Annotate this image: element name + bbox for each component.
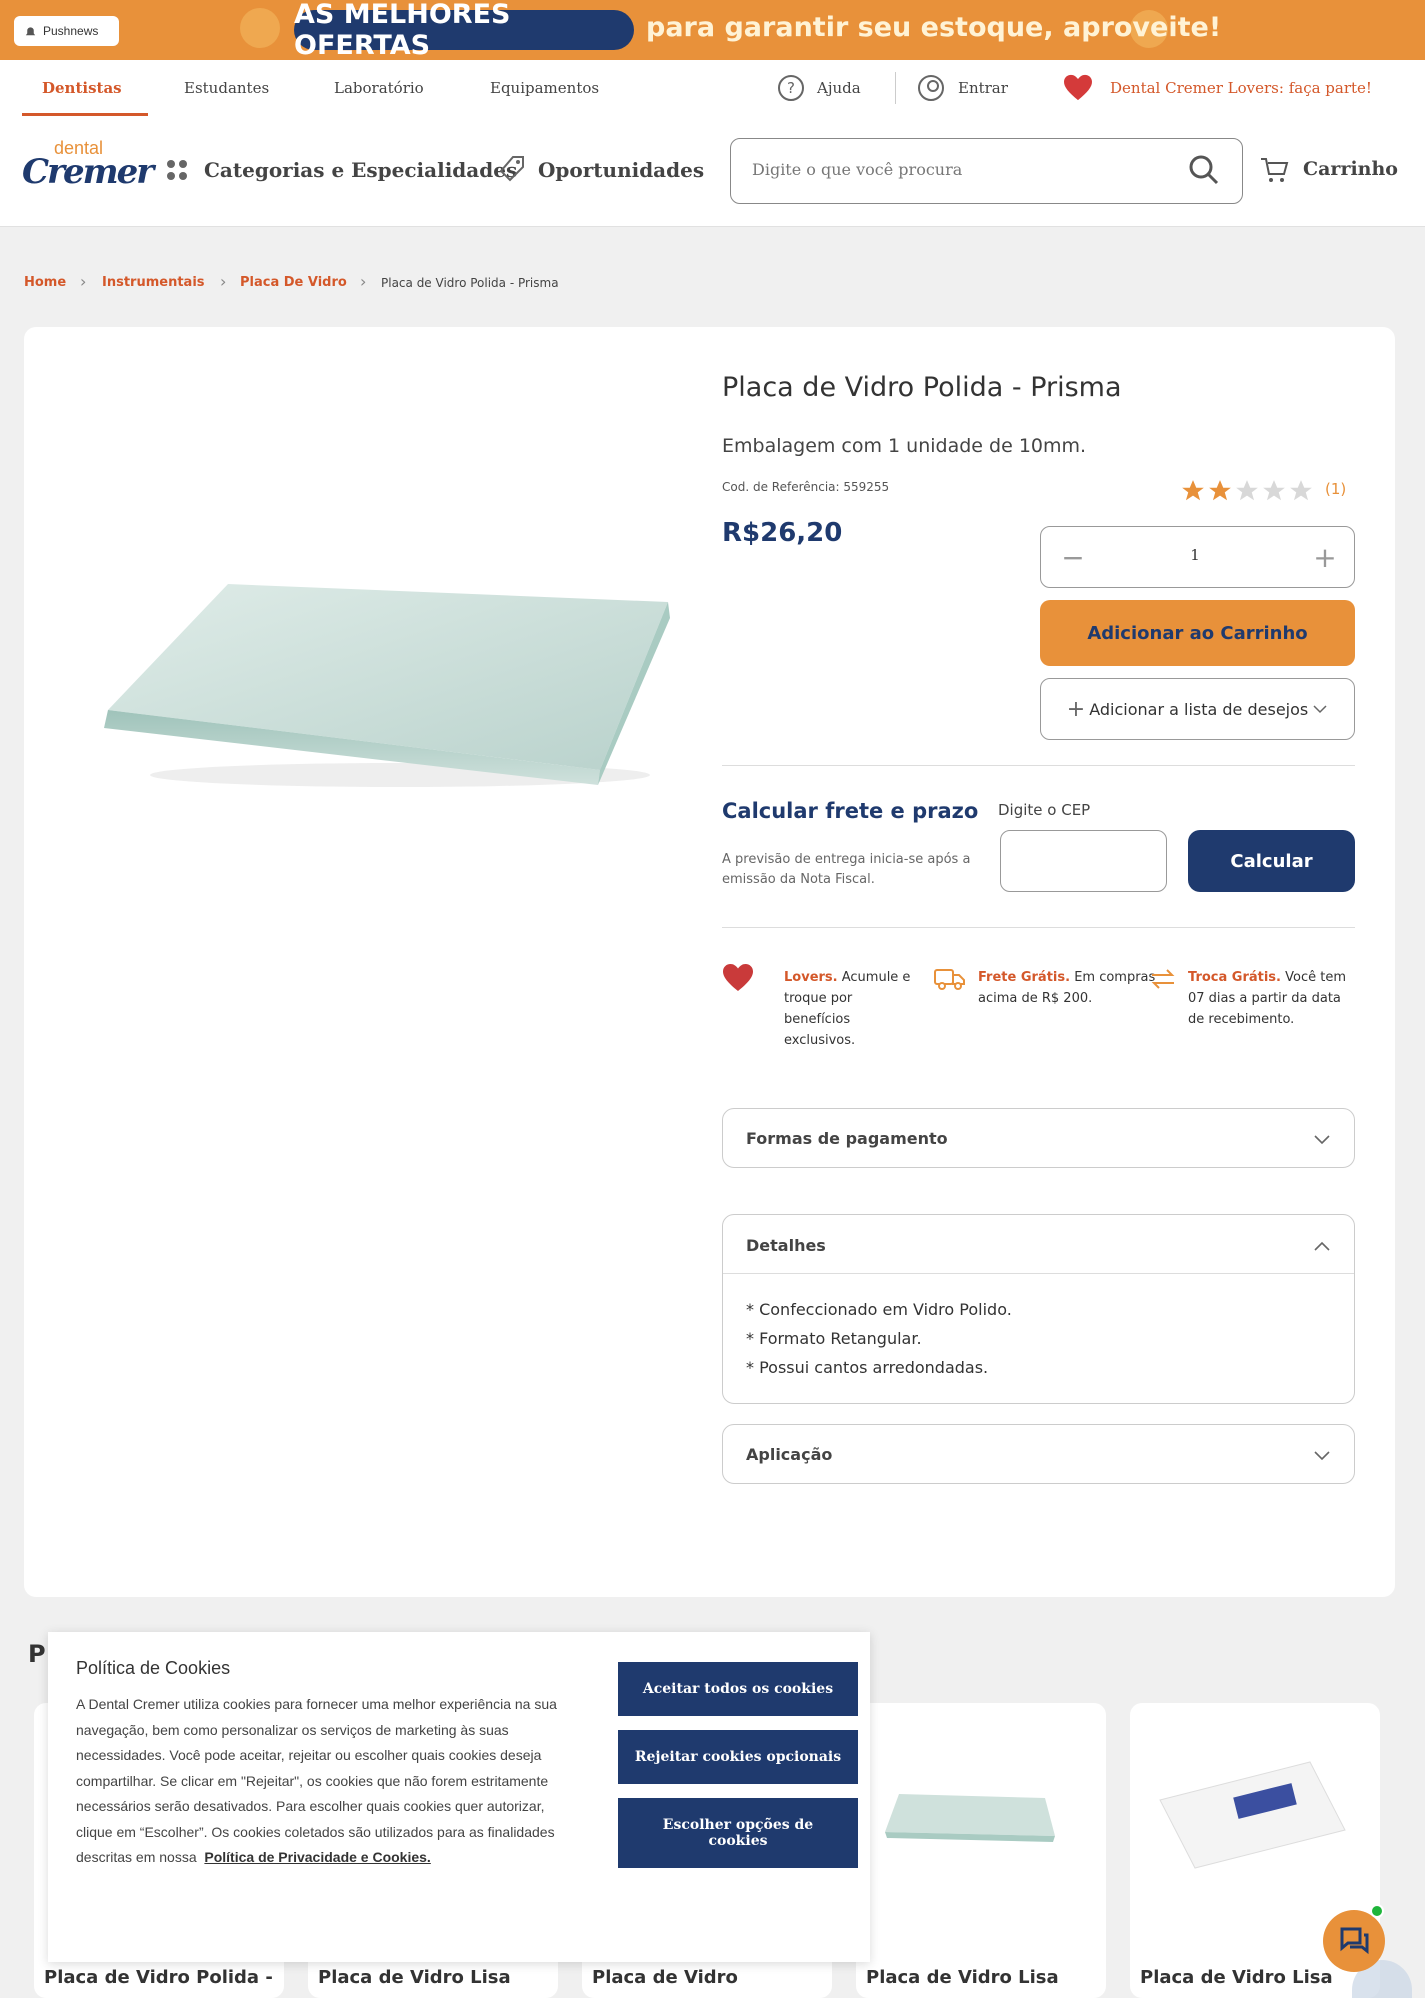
add-to-cart-button[interactable]: Adicionar ao Carrinho <box>1040 600 1355 666</box>
active-tab-indicator <box>22 113 148 116</box>
plus-icon[interactable]: + <box>1310 540 1340 574</box>
quantity-value[interactable]: 1 <box>1180 546 1210 564</box>
confetti-decoration <box>240 8 280 48</box>
related-name[interactable]: Placa de Vidro <box>592 1967 738 1988</box>
cart-icon[interactable] <box>1260 156 1290 184</box>
chevron-up-icon[interactable] <box>1313 1238 1331 1256</box>
truck-icon <box>934 969 965 990</box>
detail-line: * Formato Retangular. <box>746 1329 922 1348</box>
accordion-payment-label[interactable]: Formas de pagamento <box>746 1129 948 1148</box>
star-icon <box>1263 480 1285 501</box>
heart-icon <box>723 964 753 991</box>
tab-laboratorio[interactable]: Laboratório <box>334 60 424 116</box>
chevron-right-icon: › <box>220 272 227 291</box>
minus-icon[interactable]: − <box>1058 540 1088 574</box>
star-icon <box>1209 480 1231 501</box>
benefit-lovers: Lovers. Acumule e troque por benefícios … <box>784 970 911 1048</box>
pushnews-badge[interactable]: Pushnews <box>14 16 119 46</box>
cookie-title: Política de Cookies <box>76 1658 231 1678</box>
accordion-application-label[interactable]: Aplicação <box>746 1445 832 1464</box>
online-indicator <box>1370 1904 1384 1918</box>
star-icon <box>1182 480 1204 501</box>
wishlist-button[interactable]: + Adicionar a lista de desejos <box>1040 678 1355 740</box>
related-name[interactable]: Placa de Vidro Polida - <box>44 1967 273 1988</box>
logo-main-text: Cremer <box>22 152 154 192</box>
cart-link[interactable]: Carrinho <box>1303 158 1398 180</box>
categories-menu[interactable]: Categorias e Especialidades <box>204 158 517 182</box>
logo[interactable]: dental Cremer <box>22 138 154 200</box>
cookie-text: A Dental Cremer utiliza cookies para for… <box>76 1696 557 1865</box>
product-image[interactable] <box>100 580 680 790</box>
divider <box>895 72 896 104</box>
chat-button[interactable] <box>1323 1910 1385 1972</box>
cep-label: Digite o CEP <box>998 801 1091 819</box>
related-product-image[interactable] <box>1150 1760 1350 1870</box>
help-icon[interactable]: ? <box>778 75 804 101</box>
promo-pill: AS MELHORES OFERTAS <box>294 0 634 61</box>
exchange-icon <box>1151 969 1175 989</box>
benefit-troca: Troca Grátis. Você tem 07 dias a partir … <box>1188 970 1347 1027</box>
related-product-image[interactable] <box>885 1792 1055 1842</box>
star-icon <box>1236 480 1258 501</box>
chevron-down-icon[interactable] <box>1313 1446 1331 1464</box>
star-icon <box>1290 480 1312 501</box>
related-name[interactable]: Placa de Vidro Lisa <box>1140 1967 1333 1988</box>
related-name[interactable]: Placa de Vidro Lisa <box>318 1967 511 1988</box>
tag-icon <box>499 156 524 182</box>
search-placeholder: Digite o que você procura <box>752 160 963 179</box>
lovers-link[interactable]: Dental Cremer Lovers: faça parte! <box>1110 60 1372 116</box>
divider <box>722 765 1355 766</box>
plus-icon: + <box>1066 696 1086 722</box>
shipping-title: Calcular frete e prazo <box>722 799 979 823</box>
chat-icon <box>1340 1927 1369 1955</box>
tab-estudantes[interactable]: Estudantes <box>184 60 269 116</box>
user-icon[interactable] <box>918 75 944 101</box>
chevron-down-icon[interactable] <box>1313 1130 1331 1148</box>
chevron-right-icon: › <box>360 272 367 291</box>
cep-input[interactable] <box>1000 830 1167 892</box>
bell-icon <box>25 26 36 35</box>
benefit-frete: Frete Grátis. Em compras acima de R$ 200… <box>978 970 1156 1006</box>
accordion-details-label[interactable]: Detalhes <box>746 1236 826 1255</box>
breadcrumb-placa-de-vidro[interactable]: Placa De Vidro <box>240 275 347 290</box>
product-card <box>24 327 1395 1597</box>
breadcrumb-instrumentais[interactable]: Instrumentais <box>102 275 205 290</box>
choose-cookies-button[interactable]: Escolher opções de cookies <box>618 1798 858 1868</box>
product-subtitle: Embalagem com 1 unidade de 10mm. <box>722 435 1087 457</box>
product-price: R$26,20 <box>722 518 843 548</box>
related-name[interactable]: Placa de Vidro Lisa <box>866 1967 1059 1988</box>
breadcrumb-home[interactable]: Home <box>24 275 66 290</box>
divider <box>722 927 1355 928</box>
tab-equipamentos[interactable]: Equipamentos <box>490 60 599 116</box>
product-ref: Cod. de Referência: 559255 <box>722 480 890 494</box>
shipping-note: A previsão de entrega inicia-se após a e… <box>722 852 971 887</box>
related-title: P <box>28 1640 46 1668</box>
opportunities-link[interactable]: Oportunidades <box>538 158 704 182</box>
pushnews-label: Pushnews <box>43 24 99 38</box>
chevron-right-icon: › <box>80 272 87 291</box>
divider <box>723 1273 1354 1274</box>
heart-icon <box>1064 74 1092 101</box>
calculate-button[interactable]: Calcular <box>1188 830 1355 892</box>
chevron-down-icon <box>1313 705 1327 714</box>
breadcrumb-current: Placa de Vidro Polida - Prisma <box>381 276 559 290</box>
grid-dots-icon[interactable] <box>167 160 189 182</box>
product-title: Placa de Vidro Polida - Prisma <box>722 372 1122 403</box>
wishlist-label: Adicionar a lista de desejos <box>1089 699 1309 719</box>
search-icon[interactable] <box>1188 154 1220 186</box>
tab-dentistas[interactable]: Dentistas <box>42 60 122 116</box>
rating-count[interactable]: (1) <box>1325 480 1346 498</box>
related-card[interactable] <box>856 1703 1106 1998</box>
detail-line: * Confeccionado em Vidro Polido. <box>746 1300 1012 1319</box>
accept-cookies-button[interactable]: Aceitar todos os cookies <box>618 1662 858 1716</box>
promo-text: para garantir seu estoque, aproveite! <box>646 12 1222 43</box>
privacy-link[interactable]: Política de Privacidade e Cookies. <box>204 1849 430 1865</box>
detail-line: * Possui cantos arredondadas. <box>746 1358 989 1377</box>
login-link[interactable]: Entrar <box>958 60 1008 116</box>
reject-cookies-button[interactable]: Rejeitar cookies opcionais <box>618 1730 858 1784</box>
help-link[interactable]: Ajuda <box>817 60 861 116</box>
rating-stars[interactable] <box>1180 478 1314 504</box>
